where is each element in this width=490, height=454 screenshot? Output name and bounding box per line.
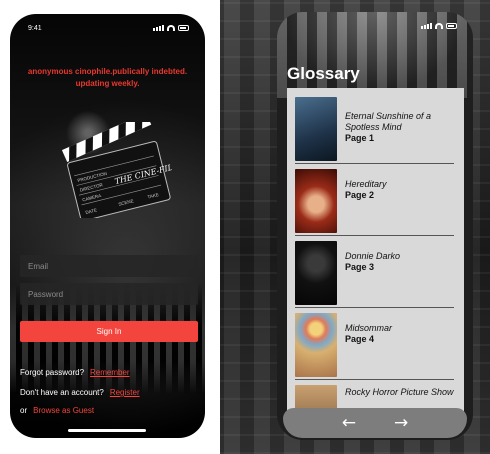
movie-title: Midsommar (345, 323, 393, 333)
right-arrow-icon[interactable]: → (394, 413, 408, 433)
page-number: Page 1 (345, 133, 375, 143)
page-number: Page 3 (345, 262, 375, 272)
status-bar: 9:41 (28, 22, 189, 34)
divider (295, 163, 454, 164)
status-bar (295, 20, 457, 32)
wifi-icon (167, 25, 175, 31)
list-item[interactable]: Donnie Darko Page 3 (295, 235, 454, 308)
register-row: Don't have an account? Register (20, 388, 140, 397)
list-item[interactable]: Eternal Sunshine of a Spotless Mind Page… (295, 94, 454, 164)
home-indicator (68, 429, 146, 432)
password-field[interactable] (20, 283, 198, 305)
forgot-password-row: Forgot password? Remember (20, 368, 130, 377)
page-number: Page 2 (345, 190, 375, 200)
or-text: or (20, 406, 28, 415)
login-screen: 9:41 anonymous cinophile.publically inde… (10, 14, 205, 438)
status-time: 9:41 (28, 24, 42, 32)
wifi-icon (435, 23, 443, 29)
movie-title: Rocky Horror Picture Show (345, 387, 454, 397)
browse-as-guest-link[interactable]: Browse as Guest (33, 406, 94, 415)
movie-poster (295, 97, 337, 161)
movie-poster (295, 241, 337, 305)
list-item[interactable]: Midsommar Page 4 (295, 307, 454, 380)
remember-link[interactable]: Remember (90, 368, 130, 377)
divider (295, 235, 454, 236)
tagline: anonymous cinophile.publically indebted.… (27, 67, 188, 88)
movie-title: Hereditary (345, 179, 387, 189)
sign-in-button[interactable]: Sign In (20, 321, 198, 342)
pagination-bar: ← → (283, 408, 467, 438)
battery-icon (178, 25, 189, 31)
guest-row: or Browse as Guest (20, 406, 94, 415)
page-number: Page 4 (345, 334, 375, 344)
register-link[interactable]: Register (110, 388, 140, 397)
divider (295, 307, 454, 308)
glossary-list: Eternal Sunshine of a Spotless Mind Page… (287, 88, 464, 428)
page-title: Glossary (287, 64, 360, 83)
email-field[interactable] (20, 255, 198, 277)
divider (295, 379, 454, 380)
movie-title: Donnie Darko (345, 251, 401, 261)
movie-title: Eternal Sunshine of a Spotless Mind (345, 111, 432, 132)
left-arrow-icon[interactable]: ← (342, 413, 356, 433)
forgot-password-text: Forgot password? (20, 368, 85, 377)
no-account-text: Don't have an account? (20, 388, 104, 397)
list-item[interactable]: Hereditary Page 2 (295, 163, 454, 236)
battery-icon (446, 23, 457, 29)
signal-icon (153, 25, 164, 31)
glossary-screen: Glossary Eternal Sunshine of a Spotless … (277, 12, 473, 440)
movie-poster (295, 313, 337, 377)
signal-icon (421, 23, 432, 29)
clapperboard-logo: PRODUCTION DIRECTOR CAMERA DATE SCENE TA… (61, 122, 172, 218)
movie-poster (295, 169, 337, 233)
